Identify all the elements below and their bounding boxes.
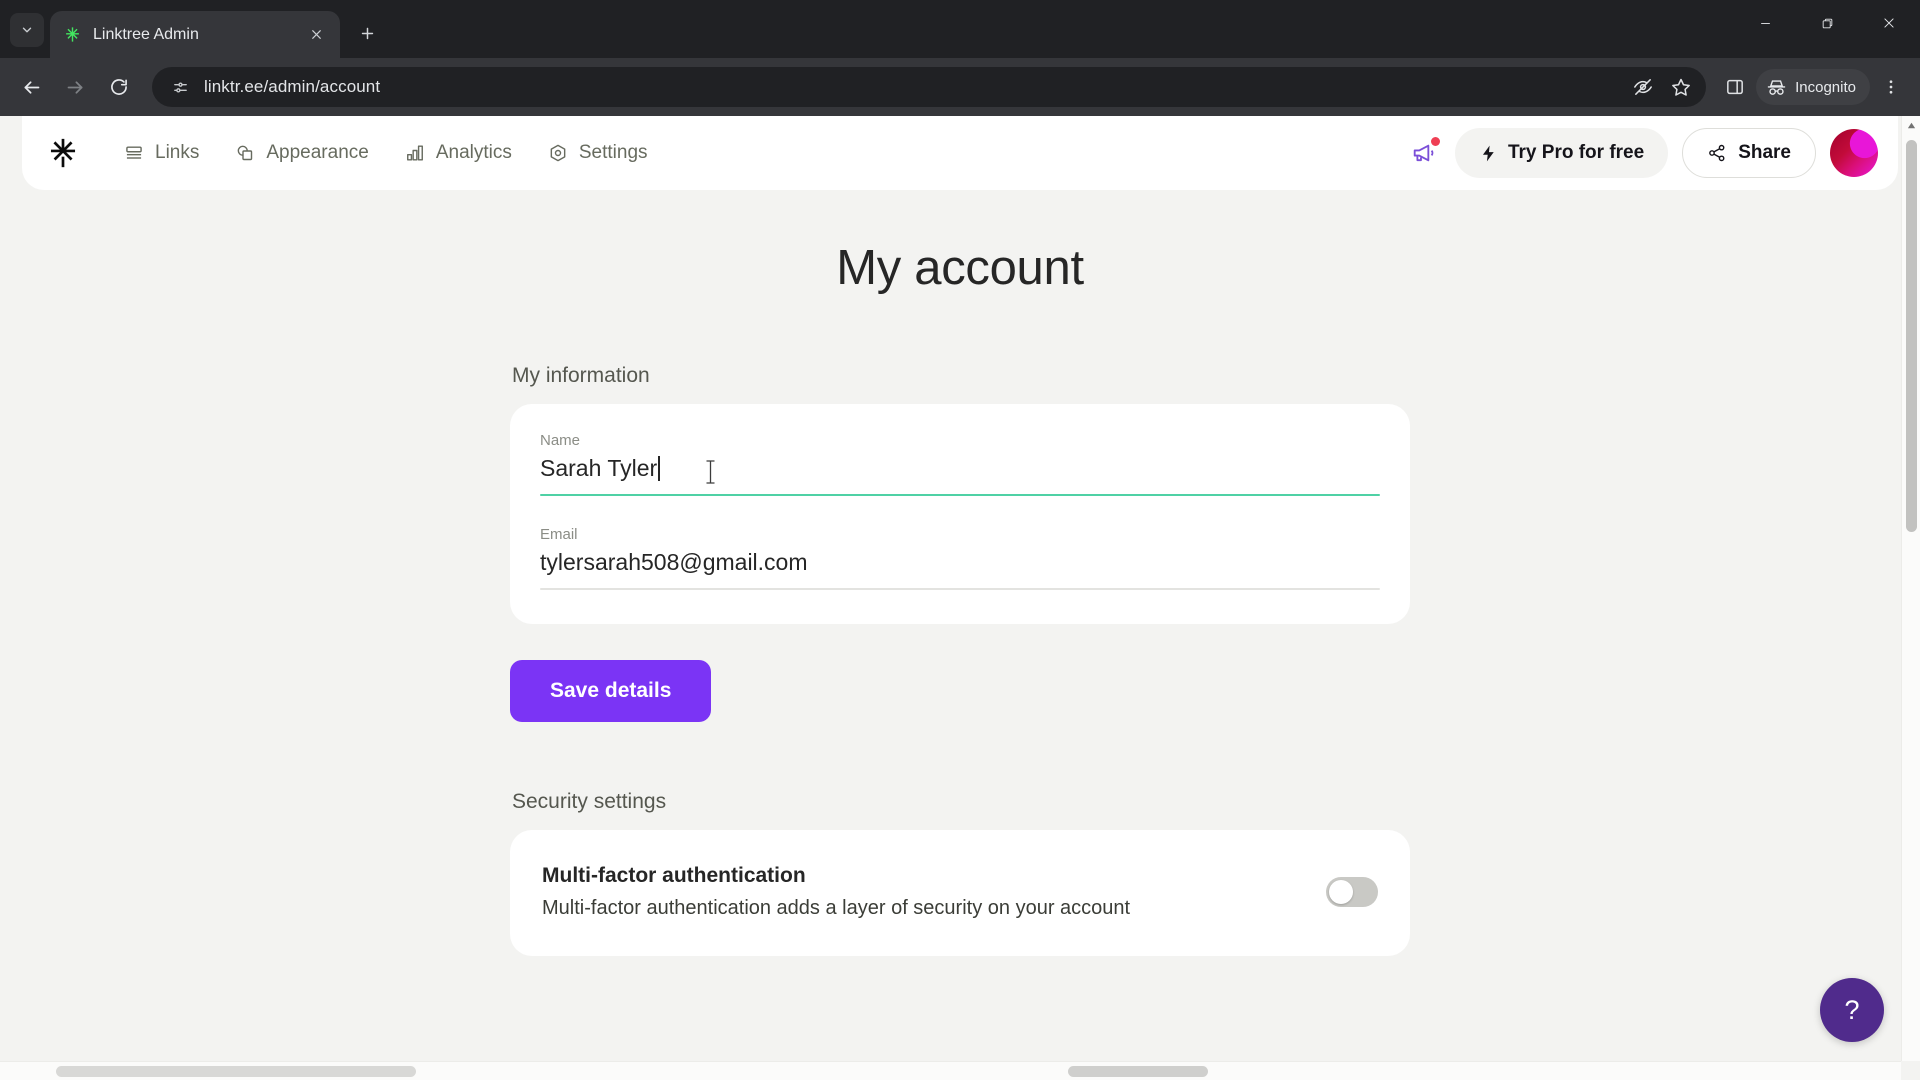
bookmark-star-icon[interactable] xyxy=(1664,70,1698,104)
links-stack-icon xyxy=(124,143,144,163)
name-field-group: Name Sarah Tyler xyxy=(540,432,1380,500)
browser-toolbar: linktr.ee/admin/account Incognito xyxy=(0,58,1920,116)
share-label: Share xyxy=(1738,142,1791,163)
my-information-card: Name Sarah Tyler Email tylersarah508@gma… xyxy=(510,404,1410,624)
caret-up-icon xyxy=(1907,122,1915,129)
name-field-underline xyxy=(540,494,1380,496)
browser-tab[interactable]: Linktree Admin xyxy=(50,11,340,58)
arrow-left-icon xyxy=(24,80,39,94)
text-caret xyxy=(658,456,660,481)
horizontal-scrollbar-thumb[interactable] xyxy=(56,1066,416,1077)
nav-item-settings[interactable]: Settings xyxy=(534,133,662,173)
section-security-settings: Security settings Multi-factor authentic… xyxy=(510,790,1410,956)
url-text: linktr.ee/admin/account xyxy=(204,77,381,96)
tab-title: Linktree Admin xyxy=(93,25,199,43)
arrow-right-icon xyxy=(67,80,82,94)
window-close-button[interactable] xyxy=(1858,0,1920,46)
forward-button[interactable] xyxy=(56,68,94,106)
page-content: My account My information Name Sarah Tyl… xyxy=(0,190,1920,956)
nav-label: Links xyxy=(155,142,200,163)
appearance-shapes-icon xyxy=(235,143,255,163)
nav-item-analytics[interactable]: Analytics xyxy=(391,133,526,173)
notification-badge xyxy=(1430,137,1440,146)
new-tab-button[interactable] xyxy=(350,16,384,50)
close-icon xyxy=(1884,18,1894,28)
mfa-toggle[interactable] xyxy=(1326,877,1378,907)
nav-label: Appearance xyxy=(266,142,369,163)
try-pro-button[interactable]: Try Pro for free xyxy=(1454,128,1669,178)
name-input[interactable]: Sarah Tyler xyxy=(540,455,657,494)
tab-close-button[interactable] xyxy=(304,23,328,47)
hexagon-gear-icon xyxy=(548,143,568,163)
scroll-up-button[interactable] xyxy=(1902,116,1920,135)
star-icon xyxy=(1672,78,1691,96)
header-actions: Try Pro for free Share xyxy=(1407,128,1878,178)
address-bar[interactable]: linktr.ee/admin/account xyxy=(152,67,1707,107)
close-icon xyxy=(311,30,321,39)
help-button[interactable]: ? xyxy=(1820,978,1884,1042)
plus-icon xyxy=(361,27,373,39)
mfa-title: Multi-factor authentication xyxy=(542,864,806,887)
window-controls xyxy=(1734,0,1920,46)
try-pro-label: Try Pro for free xyxy=(1507,142,1645,163)
lightning-bolt-icon xyxy=(1482,145,1494,161)
avatar[interactable] xyxy=(1830,129,1878,177)
window-minimize-button[interactable] xyxy=(1734,0,1796,46)
tab-strip: Linktree Admin xyxy=(0,0,1920,58)
back-button[interactable] xyxy=(12,68,50,106)
mouse-ibeam-cursor xyxy=(706,460,715,484)
nav-item-appearance[interactable]: Appearance xyxy=(221,133,382,173)
section-heading: My information xyxy=(512,364,650,387)
reload-icon xyxy=(111,79,127,95)
email-field-group: Email tylersarah508@gmail.com xyxy=(540,526,1380,594)
incognito-indicator[interactable]: Incognito xyxy=(1756,69,1870,105)
tab-search-button[interactable] xyxy=(10,13,44,47)
three-dots-vertical-icon xyxy=(1889,80,1893,94)
incognito-label: Incognito xyxy=(1795,78,1856,96)
side-panel-button[interactable] xyxy=(1718,70,1752,104)
email-field-label: Email xyxy=(540,526,578,543)
nav-label: Settings xyxy=(578,142,648,163)
nav-label: Analytics xyxy=(435,142,512,163)
chevron-down-icon xyxy=(22,27,32,33)
app-nav: Links Appearance Analytics Settings xyxy=(110,133,662,173)
browser-window: Linktree Admin linktr.ee/admin/account I… xyxy=(0,0,1920,1080)
app-header: Links Appearance Analytics Settings Try … xyxy=(22,116,1898,190)
restore-icon xyxy=(1822,18,1832,28)
horizontal-scrollbar[interactable] xyxy=(0,1061,1901,1080)
email-field-underline xyxy=(540,588,1380,590)
share-button[interactable]: Share xyxy=(1682,128,1816,178)
linktree-logo-icon[interactable] xyxy=(46,136,80,170)
vertical-scrollbar[interactable] xyxy=(1901,116,1920,1061)
minimize-icon xyxy=(1760,22,1770,24)
security-settings-card: Multi-factor authentication Multi-factor… xyxy=(510,830,1410,956)
announcements-button[interactable] xyxy=(1407,136,1441,170)
mfa-description: Multi-factor authentication adds a layer… xyxy=(542,897,1131,919)
share-nodes-icon xyxy=(1709,144,1725,162)
bar-chart-icon xyxy=(405,143,425,163)
mfa-row: Multi-factor authentication Multi-factor… xyxy=(540,858,1380,926)
page-title: My account xyxy=(836,241,1084,295)
incognito-hat-icon xyxy=(1766,77,1787,98)
email-input[interactable]: tylersarah508@gmail.com xyxy=(540,549,808,588)
reload-button[interactable] xyxy=(100,68,138,106)
site-settings-icon[interactable] xyxy=(166,73,194,101)
side-panel-icon xyxy=(1727,79,1744,95)
tracking-protection-icon[interactable] xyxy=(1626,70,1660,104)
page-viewport: Links Appearance Analytics Settings Try … xyxy=(0,116,1920,1080)
window-maximize-button[interactable] xyxy=(1796,0,1858,46)
linktree-favicon-icon xyxy=(62,25,82,45)
eye-off-icon xyxy=(1634,79,1653,95)
nav-item-links[interactable]: Links xyxy=(110,133,213,173)
section-heading: Security settings xyxy=(512,790,667,813)
section-my-information: My information Name Sarah Tyler Email ty… xyxy=(510,364,1410,722)
horizontal-scrollbar-thumb-secondary[interactable] xyxy=(1068,1066,1208,1077)
mfa-toggle-knob xyxy=(1329,880,1353,904)
name-field-label: Name xyxy=(540,432,581,449)
vertical-scrollbar-thumb[interactable] xyxy=(1906,140,1917,532)
browser-menu-button[interactable] xyxy=(1874,70,1908,104)
save-details-button[interactable]: Save details xyxy=(510,660,712,722)
